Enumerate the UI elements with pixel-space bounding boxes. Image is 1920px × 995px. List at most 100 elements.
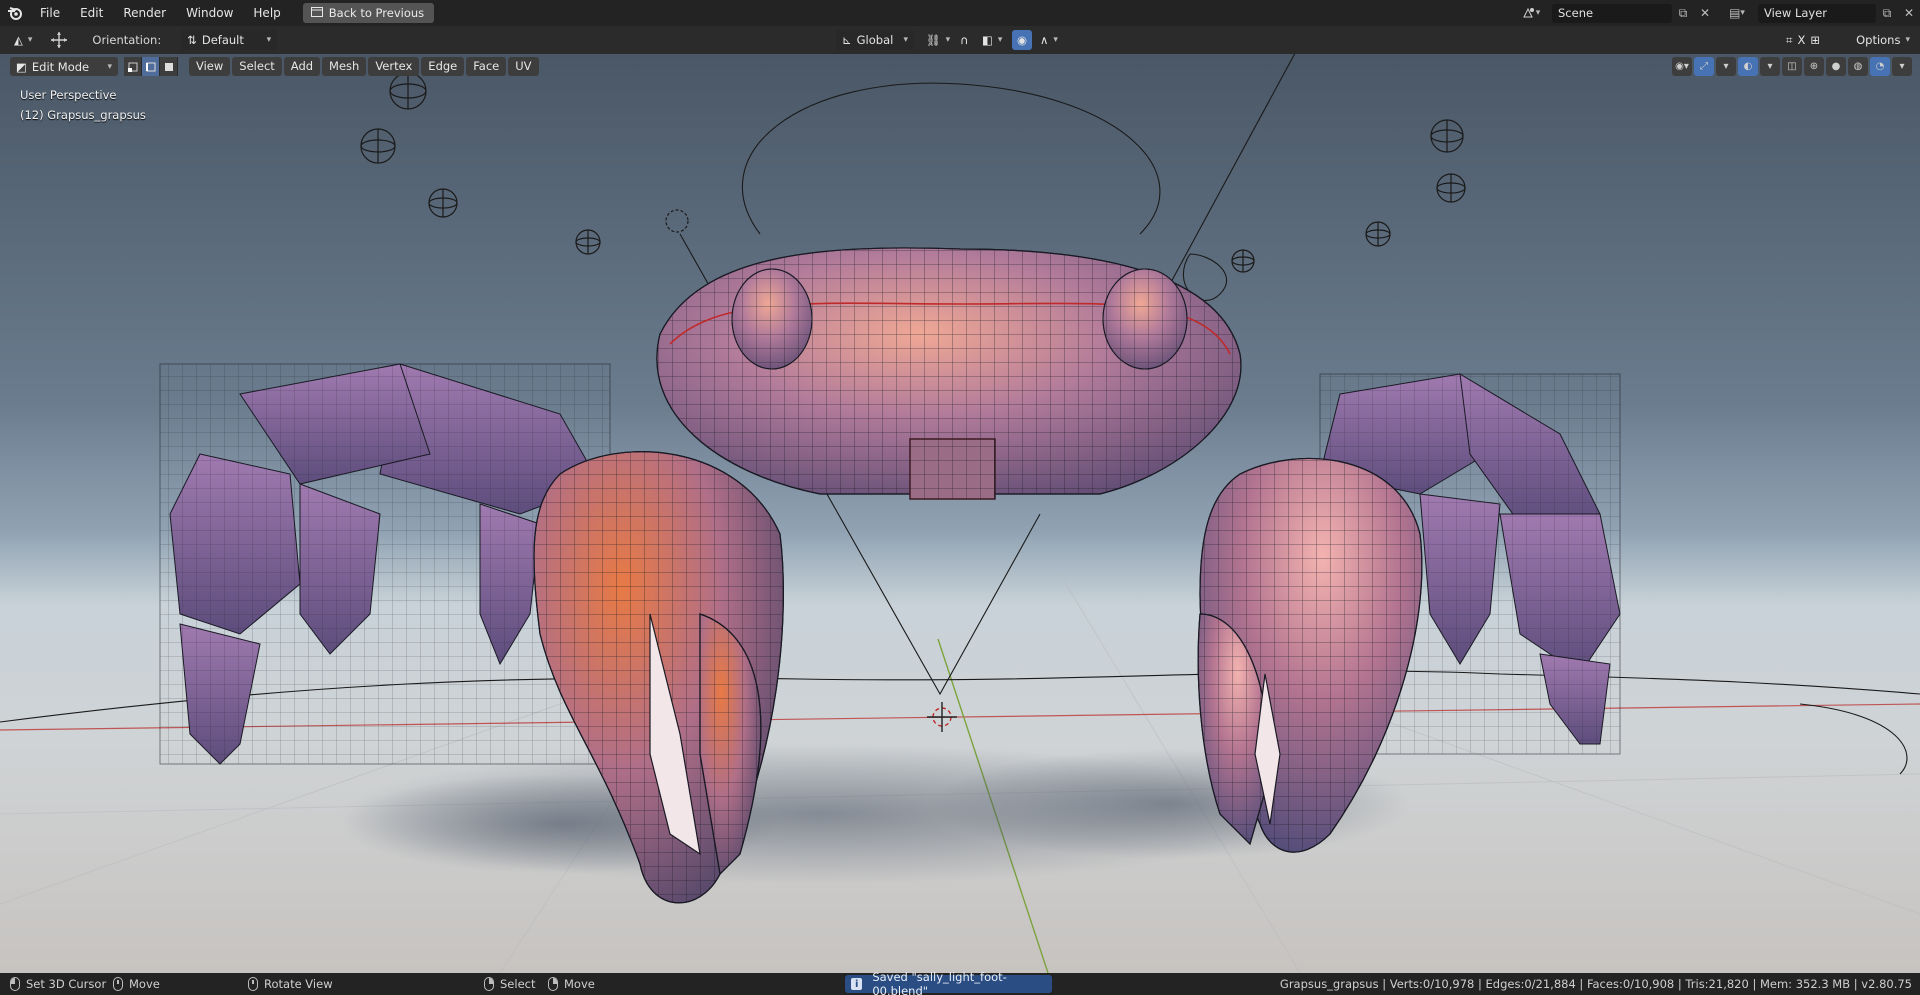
view-layer-field[interactable]: View Layer bbox=[1758, 3, 1876, 23]
gizmo-dropdown[interactable]: ▾ bbox=[1716, 57, 1736, 76]
menu-uv[interactable]: UV bbox=[508, 57, 539, 76]
viewport-display-controls: ◉▾ ⤢ ▾ ◐ ▾ ◫ ⊕ ● ◍ ◔ ▾ bbox=[1672, 57, 1912, 76]
menu-edge[interactable]: Edge bbox=[421, 57, 465, 76]
status-bar: Set 3D Cursor Move Rotate View Select Mo… bbox=[0, 970, 1920, 995]
proportional-edit-icon: ◉ bbox=[1016, 33, 1028, 47]
move-action: Move bbox=[564, 977, 595, 991]
status-select: Select bbox=[484, 973, 535, 995]
visibility-eye-icon[interactable]: ◉▾ bbox=[1672, 57, 1692, 76]
options-label: Options bbox=[1856, 33, 1901, 47]
3d-viewport-icon: ◭ bbox=[14, 33, 23, 47]
delete-scene-icon[interactable]: ✕ bbox=[1694, 2, 1716, 24]
menu-select[interactable]: Select bbox=[232, 57, 282, 76]
status-middle-click: Move bbox=[113, 973, 160, 995]
interaction-mode-dropdown[interactable]: ◩ Edit Mode ▾ bbox=[10, 57, 118, 76]
scene-statistics: Grapsus_grapsus | Verts:0/10,978 | Edges… bbox=[1279, 977, 1912, 991]
view-layer-selector-icon[interactable]: ▤ ▾ bbox=[1722, 2, 1752, 24]
mouse-drag-icon bbox=[548, 977, 558, 991]
transform-orientation-value: Global bbox=[856, 33, 894, 47]
viewport-menus: View Select Add Mesh Vertex Edge Face UV bbox=[189, 57, 539, 76]
status-left-click: Set 3D Cursor bbox=[10, 973, 106, 995]
mouse-right-icon bbox=[484, 977, 494, 991]
3d-cursor-icon bbox=[927, 702, 957, 732]
saved-message: Saved "sally_light_foot-00.blend" bbox=[872, 970, 1007, 995]
orientation-icon: ⇅ bbox=[187, 33, 197, 47]
menu-add[interactable]: Add bbox=[283, 57, 321, 76]
back-to-previous-button[interactable]: Back to Previous bbox=[302, 3, 435, 23]
auto-merge-icon: ⊞ bbox=[1810, 33, 1821, 47]
options-dropdown[interactable]: Options ▾ bbox=[1850, 30, 1916, 50]
new-view-layer-icon[interactable]: ⧉ bbox=[1876, 2, 1898, 24]
interaction-mode-value: Edit Mode bbox=[31, 59, 90, 74]
orientation-dropdown[interactable]: ⇅ Default ▾ bbox=[181, 30, 278, 50]
back-to-previous-label: Back to Previous bbox=[328, 6, 425, 20]
xray-toggle-icon[interactable]: ◫ bbox=[1782, 57, 1802, 76]
rendered-shading-icon[interactable]: ◔ bbox=[1870, 57, 1890, 76]
face-select-icon[interactable] bbox=[160, 57, 178, 76]
tool-settings-header: ◭ ▾ Orientation: ⇅ Default ▾ ⊾ Global ▾ ⛓… bbox=[0, 26, 1920, 54]
status-rotate: Rotate View bbox=[248, 973, 333, 995]
snap-target-dropdown[interactable]: ◧ ▾ bbox=[976, 30, 1008, 50]
menu-render[interactable]: Render bbox=[113, 0, 176, 26]
pivot-point-dropdown[interactable]: ⛓ ▾ bbox=[920, 30, 956, 50]
blender-logo-icon[interactable] bbox=[0, 0, 30, 26]
delete-view-layer-icon[interactable]: ✕ bbox=[1898, 2, 1920, 24]
transform-orientation-dropdown[interactable]: ⊾ Global ▾ bbox=[836, 30, 914, 50]
scene-selector-icon[interactable]: ▾ bbox=[1516, 2, 1546, 24]
x-mirror-icon: X bbox=[1797, 33, 1806, 47]
edge-select-icon[interactable] bbox=[142, 57, 160, 76]
info-icon: i bbox=[851, 978, 863, 990]
object-origin-icon: ⌗ bbox=[1786, 32, 1793, 47]
left-click-action: Set 3D Cursor bbox=[26, 977, 107, 991]
magnet-icon: ∩ bbox=[960, 33, 969, 47]
global-axes-icon: ⊾ bbox=[842, 33, 852, 47]
editor-type-dropdown[interactable]: ◭ ▾ bbox=[8, 30, 38, 50]
menu-mesh[interactable]: Mesh bbox=[322, 57, 367, 76]
mouse-middle-icon bbox=[113, 977, 123, 991]
overlays-dropdown[interactable]: ▾ bbox=[1760, 57, 1780, 76]
falloff-curve-icon: ∧ bbox=[1040, 33, 1049, 47]
shading-dropdown[interactable]: ▾ bbox=[1892, 57, 1912, 76]
saved-notification: i Saved "sally_light_foot-00.blend" bbox=[845, 970, 1052, 995]
menu-file[interactable]: File bbox=[30, 0, 70, 26]
view-name-label: User Perspective bbox=[20, 88, 117, 102]
menu-vertex[interactable]: Vertex bbox=[368, 57, 420, 76]
transform-affect-icons[interactable]: ⌗ X ⊞ bbox=[1780, 30, 1826, 50]
menu-help[interactable]: Help bbox=[243, 0, 290, 26]
middle-click-action: Move bbox=[129, 977, 160, 991]
scene-render bbox=[0, 54, 1920, 973]
proportional-edit-toggle[interactable]: ◉ bbox=[1012, 30, 1032, 50]
menu-face[interactable]: Face bbox=[466, 57, 507, 76]
snap-toggle[interactable]: ∩ bbox=[954, 30, 974, 50]
top-menu-bar: File Edit Render Window Help Back to Pre… bbox=[0, 0, 1920, 26]
select-action: Select bbox=[500, 977, 536, 991]
active-tool-icon[interactable] bbox=[44, 30, 74, 50]
overlays-toggle-icon[interactable]: ◐ bbox=[1738, 57, 1758, 76]
pivot-icon: ⛓ bbox=[926, 33, 941, 47]
edit-mode-icon: ◩ bbox=[16, 59, 27, 74]
light-empties bbox=[360, 72, 1466, 273]
proportional-falloff-dropdown[interactable]: ∧ ▾ bbox=[1034, 30, 1064, 50]
mouse-middle-icon bbox=[248, 977, 258, 991]
vertex-select-icon[interactable] bbox=[124, 57, 142, 76]
status-move: Move bbox=[548, 973, 595, 995]
top-right-controls: ▾ Scene ⧉ ✕ ▤ ▾ View Layer ⧉ ✕ bbox=[1516, 0, 1920, 26]
solid-shading-icon[interactable]: ● bbox=[1826, 57, 1846, 76]
menu-window[interactable]: Window bbox=[176, 0, 243, 26]
orientation-label: Orientation: bbox=[92, 33, 162, 47]
menu-edit[interactable]: Edit bbox=[70, 0, 113, 26]
gizmo-toggle-icon[interactable]: ⤢ bbox=[1694, 57, 1714, 76]
select-mode-group bbox=[124, 57, 178, 76]
new-scene-icon[interactable]: ⧉ bbox=[1672, 2, 1694, 24]
active-object-label: (12) Grapsus_grapsus bbox=[20, 108, 146, 122]
snap-element-icon: ◧ bbox=[982, 33, 993, 47]
menu-view[interactable]: View bbox=[189, 57, 231, 76]
material-shading-icon[interactable]: ◍ bbox=[1848, 57, 1868, 76]
wireframe-shading-icon[interactable]: ⊕ bbox=[1804, 57, 1824, 76]
scene-name-field[interactable]: Scene bbox=[1552, 3, 1672, 23]
3d-viewport[interactable] bbox=[0, 54, 1920, 973]
mouse-left-icon bbox=[10, 977, 20, 991]
screen-icon bbox=[310, 6, 323, 20]
orientation-value: Default bbox=[201, 33, 244, 47]
rotate-action: Rotate View bbox=[264, 977, 333, 991]
